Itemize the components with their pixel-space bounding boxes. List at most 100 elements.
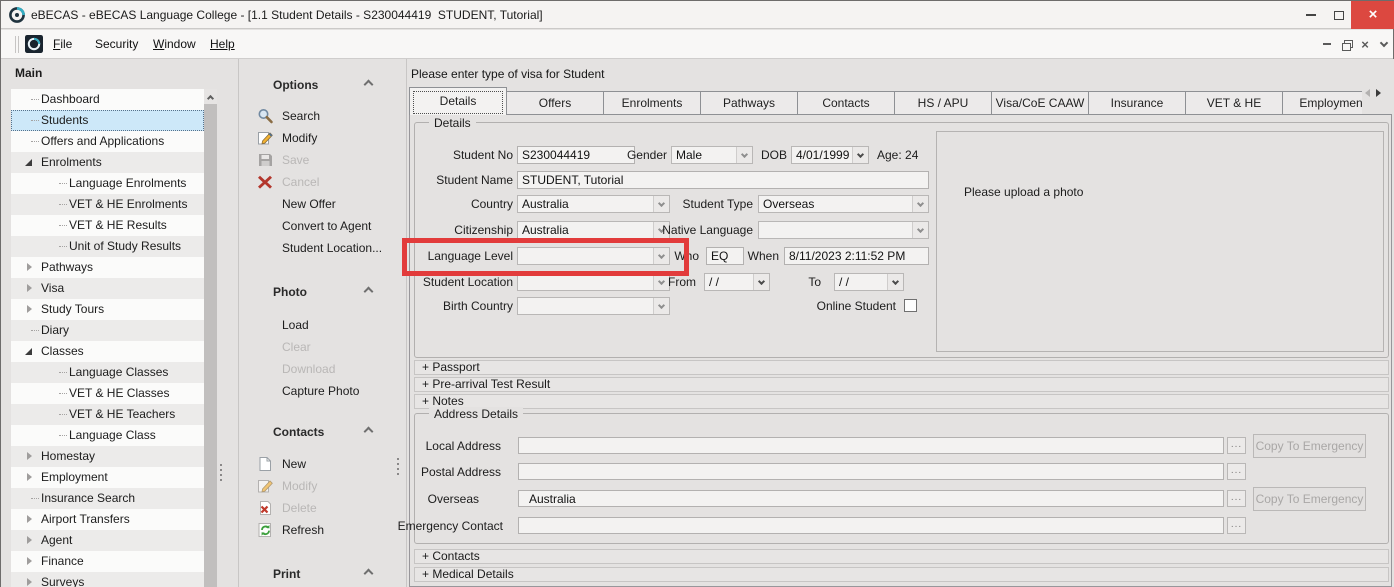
tab-vet-he[interactable]: VET & HE (1185, 91, 1283, 115)
contact-modify-button[interactable]: Modify (257, 475, 397, 497)
contact-refresh-button[interactable]: Refresh (257, 519, 397, 541)
tree-collapsed-icon[interactable] (27, 557, 32, 565)
section-medical-details[interactable]: + Medical Details (414, 567, 1389, 582)
menu-security[interactable]: Security (93, 30, 140, 59)
sidebar-item-homestay[interactable]: Homestay (11, 446, 204, 467)
tree-collapsed-icon[interactable] (27, 515, 32, 523)
tab-offers[interactable]: Offers (506, 91, 604, 115)
online-student-checkbox[interactable] (904, 299, 917, 312)
sidebar-item-employment[interactable]: Employment (11, 467, 204, 488)
from-date-select[interactable]: / / (704, 273, 770, 291)
sidebar-item-offers-applications[interactable]: Offers and Applications (11, 131, 204, 152)
sidebar-item-airport-transfers[interactable]: Airport Transfers (11, 509, 204, 530)
chevron-down-icon[interactable] (653, 298, 669, 314)
sidebar-item-language-enrolments[interactable]: Language Enrolments (11, 173, 204, 194)
toolbar-grip[interactable] (15, 36, 19, 53)
photo-panel-header[interactable]: Photo (273, 285, 307, 299)
when-input[interactable] (784, 247, 929, 265)
emergency-contact-browse-button[interactable]: ... (1227, 517, 1246, 534)
dob-select[interactable]: 4/01/1999 (791, 146, 869, 164)
native-language-select[interactable] (758, 221, 929, 239)
capture-photo-button[interactable]: Capture Photo (257, 380, 397, 402)
contact-delete-button[interactable]: Delete (257, 497, 397, 519)
chevron-down-icon[interactable] (852, 147, 868, 163)
sidebar-item-pathways[interactable]: Pathways (11, 257, 204, 278)
section-contacts[interactable]: + Contacts (414, 549, 1389, 564)
sidebar-item-enrolments[interactable]: Enrolments (11, 152, 204, 173)
app-menu-icon[interactable] (25, 35, 43, 53)
collapse-chevron-icon[interactable] (364, 569, 374, 579)
tab-contacts[interactable]: Contacts (797, 91, 895, 115)
section-passport[interactable]: + Passport (414, 360, 1389, 375)
tab-visa-coe-caaw[interactable]: Visa/CoE CAAW (991, 91, 1089, 115)
tree-expanded-icon[interactable] (25, 348, 32, 355)
birth-country-select[interactable] (517, 297, 670, 315)
chevron-down-icon[interactable] (887, 274, 903, 290)
sidebar-item-vet-he-results[interactable]: VET & HE Results (11, 215, 204, 236)
options-panel-header[interactable]: Options (273, 78, 318, 92)
emergency-contact-input[interactable] (518, 517, 1224, 534)
maximize-button[interactable] (1325, 1, 1353, 29)
sidebar-item-vet-he-classes[interactable]: VET & HE Classes (11, 383, 204, 404)
splitter-handle[interactable] (220, 464, 222, 484)
postal-address-input[interactable] (518, 463, 1224, 480)
sidebar-item-vet-he-teachers[interactable]: VET & HE Teachers (11, 404, 204, 425)
sidebar-item-surveys[interactable]: Surveys (11, 572, 204, 587)
mdi-close-button[interactable]: × (1357, 36, 1373, 52)
overseas-address-input[interactable] (518, 490, 1224, 507)
student-location-button[interactable]: Student Location... (257, 237, 397, 259)
minimize-button[interactable] (1297, 1, 1325, 29)
sidebar-item-language-classes[interactable]: Language Classes (11, 362, 204, 383)
sidebar-item-vet-he-enrolments[interactable]: VET & HE Enrolments (11, 194, 204, 215)
sidebar-item-agent[interactable]: Agent (11, 530, 204, 551)
tree-expanded-icon[interactable] (25, 159, 32, 166)
chevron-down-icon[interactable] (912, 222, 928, 238)
tab-employment[interactable]: Employmen (1282, 91, 1362, 115)
tree-collapsed-icon[interactable] (27, 305, 32, 313)
collapse-chevron-icon[interactable] (364, 287, 374, 297)
postal-address-browse-button[interactable]: ... (1227, 463, 1246, 480)
cancel-button[interactable]: Cancel (257, 171, 397, 193)
tree-scrollbar[interactable] (204, 89, 217, 587)
collapse-chevron-icon[interactable] (364, 80, 374, 90)
tab-pathways[interactable]: Pathways (700, 91, 798, 115)
tree-collapsed-icon[interactable] (27, 263, 32, 271)
save-button[interactable]: Save (257, 149, 397, 171)
mdi-minimize-button[interactable] (1319, 36, 1335, 52)
sidebar-item-diary[interactable]: Diary (11, 320, 204, 341)
tab-enrolments[interactable]: Enrolments (603, 91, 701, 115)
sidebar-item-insurance-search[interactable]: Insurance Search (11, 488, 204, 509)
scrollbar-thumb[interactable] (204, 104, 217, 587)
print-panel-header[interactable]: Print (273, 567, 300, 581)
section-notes[interactable]: + Notes (414, 394, 1389, 409)
sidebar-item-finance[interactable]: Finance (11, 551, 204, 572)
copy-to-emergency-button[interactable]: Copy To Emergency (1253, 434, 1366, 458)
menu-window[interactable]: Window (151, 30, 198, 59)
mdi-menu-dropdown[interactable] (1376, 36, 1392, 52)
sidebar-item-students[interactable]: Students (11, 110, 204, 131)
tree-collapsed-icon[interactable] (27, 284, 32, 292)
tab-hs-apu[interactable]: HS / APU (894, 91, 992, 115)
tree-collapsed-icon[interactable] (27, 452, 32, 460)
scroll-up-button[interactable] (204, 89, 217, 104)
tab-details[interactable]: Details (409, 87, 507, 115)
close-button[interactable]: × (1351, 1, 1394, 29)
tree-collapsed-icon[interactable] (27, 473, 32, 481)
tab-scroll-right-icon[interactable] (1376, 89, 1381, 97)
new-offer-button[interactable]: New Offer (257, 193, 397, 215)
student-name-input[interactable] (517, 171, 929, 189)
modify-button[interactable]: Modify (257, 127, 397, 149)
sidebar-item-study-tours[interactable]: Study Tours (11, 299, 204, 320)
photo-download-button[interactable]: Download (257, 358, 397, 380)
sidebar-item-classes[interactable]: Classes (11, 341, 204, 362)
local-address-input[interactable] (518, 437, 1224, 454)
collapse-chevron-icon[interactable] (364, 427, 374, 437)
tree-collapsed-icon[interactable] (27, 578, 32, 586)
tab-scroll-left-icon[interactable] (1365, 89, 1370, 97)
sidebar-item-visa[interactable]: Visa (11, 278, 204, 299)
chevron-down-icon[interactable] (753, 274, 769, 290)
overseas-browse-button[interactable]: ... (1227, 490, 1246, 507)
to-date-select[interactable]: / / (834, 273, 904, 291)
contact-new-button[interactable]: New (257, 453, 397, 475)
student-type-select[interactable]: Overseas (758, 195, 929, 213)
